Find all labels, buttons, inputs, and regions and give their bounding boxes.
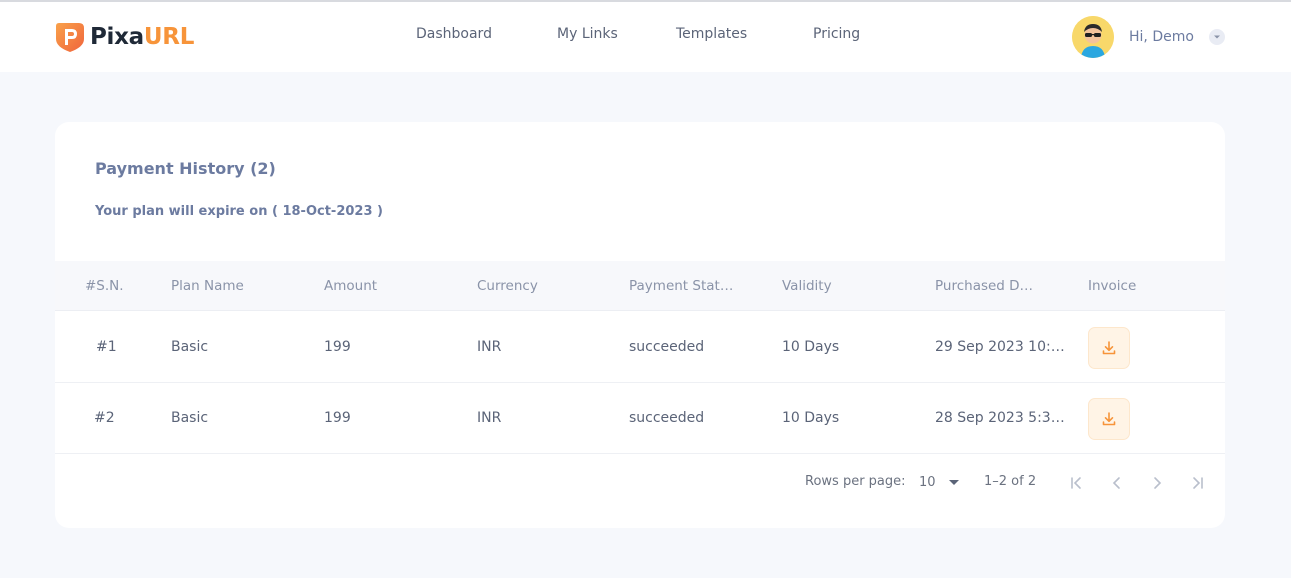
column-header-purchased-date[interactable]: Purchased D… xyxy=(935,278,1075,294)
download-icon xyxy=(1102,341,1116,355)
download-invoice-button[interactable] xyxy=(1088,398,1130,440)
chevron-left-icon xyxy=(1112,477,1120,489)
first-page-icon xyxy=(1071,477,1081,489)
rows-per-page-value: 10 xyxy=(919,475,936,490)
plan-expiry-text: Your plan will expire on ( 18-Oct-2023 ) xyxy=(95,204,383,219)
chevron-down-icon xyxy=(948,479,959,485)
cell-amount: 199 xyxy=(324,339,351,355)
column-header-plan-name[interactable]: Plan Name xyxy=(171,278,311,294)
avatar-illustration-icon xyxy=(1072,16,1114,58)
download-invoice-button[interactable] xyxy=(1088,327,1130,369)
column-header-invoice[interactable]: Invoice xyxy=(1088,278,1208,294)
user-menu-chevron-down-icon[interactable] xyxy=(1208,29,1225,45)
user-avatar[interactable] xyxy=(1072,16,1114,58)
previous-page-button[interactable] xyxy=(1106,472,1128,494)
column-header-amount[interactable]: Amount xyxy=(324,278,464,294)
last-page-button[interactable] xyxy=(1186,472,1208,494)
user-menu[interactable]: Hi, Demo xyxy=(1072,15,1225,59)
user-greeting[interactable]: Hi, Demo xyxy=(1129,29,1194,45)
cell-payment-status: succeeded xyxy=(629,339,705,355)
cell-plan-name: Basic xyxy=(171,410,209,426)
column-header-validity[interactable]: Validity xyxy=(782,278,922,294)
cell-validity: 10 Days xyxy=(782,339,840,355)
table-header: #S.N. Plan Name Amount Currency Payment … xyxy=(55,261,1225,311)
table-row: #1 Basic 199 INR succeeded 10 Days 29 Se… xyxy=(55,312,1225,383)
download-icon xyxy=(1102,412,1116,426)
cell-purchased-date: 29 Sep 2023 10:… xyxy=(935,339,1065,355)
cell-payment-status: succeeded xyxy=(629,410,705,426)
cell-amount: 199 xyxy=(324,410,351,426)
first-page-button[interactable] xyxy=(1066,472,1088,494)
cell-plan-name: Basic xyxy=(171,339,209,355)
page-title: Payment History (2) xyxy=(95,159,276,178)
cell-currency: INR xyxy=(477,410,502,426)
column-header-sn[interactable]: #S.N. xyxy=(85,278,145,294)
cell-sn: #1 xyxy=(96,339,117,355)
rows-per-page-select[interactable]: 10 xyxy=(919,475,959,490)
chevron-right-icon xyxy=(1154,477,1162,489)
column-header-payment-status[interactable]: Payment Stat… xyxy=(629,278,769,294)
nav-dashboard[interactable]: Dashboard xyxy=(416,26,492,42)
last-page-icon xyxy=(1193,477,1203,489)
cell-validity: 10 Days xyxy=(782,410,840,426)
payment-history-card: Payment History (2) Your plan will expir… xyxy=(55,122,1225,528)
cell-currency: INR xyxy=(477,339,502,355)
table-row: #2 Basic 199 INR succeeded 10 Days 28 Se… xyxy=(55,383,1225,454)
pagination-range: 1–2 of 2 xyxy=(984,474,1037,489)
nav-templates[interactable]: Templates xyxy=(676,26,747,42)
cell-purchased-date: 28 Sep 2023 5:3… xyxy=(935,410,1065,426)
rows-per-page-label: Rows per page: xyxy=(805,474,906,489)
cell-sn: #2 xyxy=(94,410,115,426)
next-page-button[interactable] xyxy=(1146,472,1168,494)
table-pagination: Rows per page: 10 1–2 of 2 xyxy=(55,457,1225,507)
top-navbar: PixaURL Dashboard My Links Templates Pri… xyxy=(0,2,1291,72)
column-header-currency[interactable]: Currency xyxy=(477,278,617,294)
nav-pricing[interactable]: Pricing xyxy=(813,26,860,42)
nav-my-links[interactable]: My Links xyxy=(557,26,618,42)
